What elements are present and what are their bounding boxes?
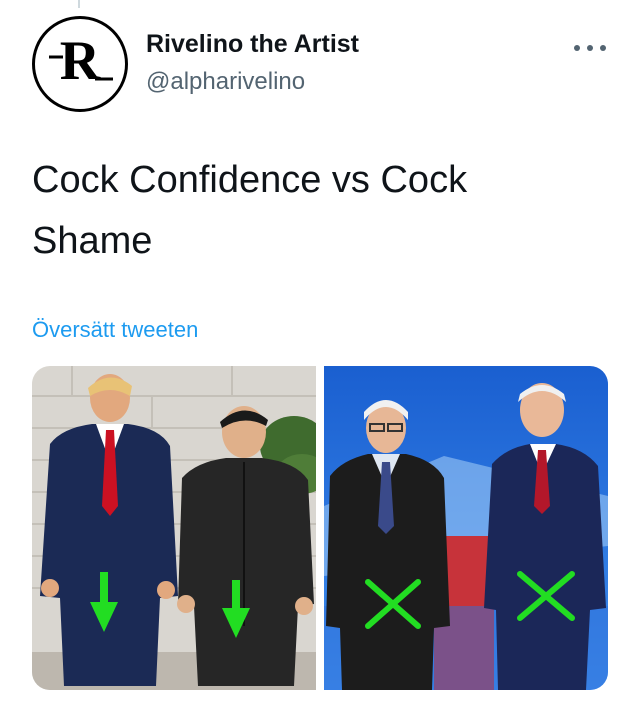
more-options-button[interactable] bbox=[572, 36, 608, 60]
right-photo[interactable] bbox=[324, 366, 608, 690]
tweet-text: Cock Confidence vs Cock Shame bbox=[32, 159, 468, 262]
tweet-media bbox=[32, 366, 608, 690]
more-horizontal-icon bbox=[574, 45, 606, 51]
left-photo-image bbox=[32, 366, 316, 690]
svg-text:R: R bbox=[60, 30, 101, 92]
left-photo[interactable] bbox=[32, 366, 316, 690]
right-photo-image bbox=[324, 366, 608, 690]
user-handle[interactable]: @alpharivelino bbox=[146, 68, 305, 96]
display-name[interactable]: Rivelino the Artist bbox=[146, 30, 359, 59]
translate-tweet-link[interactable]: Översätt tweeten bbox=[32, 317, 198, 343]
thread-connector-line bbox=[78, 0, 80, 8]
avatar[interactable]: R bbox=[32, 16, 128, 112]
logo-icon: R bbox=[49, 30, 113, 92]
